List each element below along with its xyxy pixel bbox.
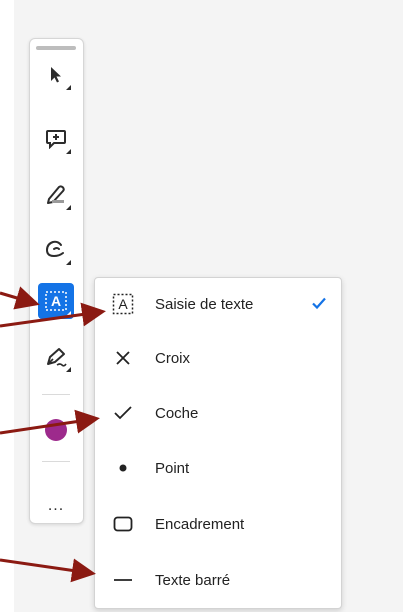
cross-icon [111,346,135,370]
highlighter-icon [47,185,65,204]
menu-item-cross[interactable]: Croix [95,338,341,378]
submenu-indicator-icon [66,149,71,154]
text-box-icon: A [111,292,135,316]
dot-icon [111,456,135,480]
text-box-icon: A [45,291,67,311]
sign-pen-icon [47,348,67,367]
signature-tool-button[interactable] [38,339,74,375]
menu-item-point[interactable]: Point [95,448,341,488]
menu-item-frame[interactable]: Encadrement [95,504,341,544]
menu-item-label: Texte barré [155,571,231,589]
highlight-tool-button[interactable] [38,177,74,213]
svg-text:A: A [118,296,128,312]
line-icon [111,568,135,592]
text-tool-submenu: A Saisie de texte Croix Coche Point Enca… [94,277,342,609]
cursor-arrow-icon [51,67,61,83]
more-options-button[interactable]: ... [38,498,74,519]
submenu-indicator-icon [66,367,71,372]
svg-text:A: A [51,293,61,309]
submenu-indicator-icon [66,311,71,316]
add-comment-icon [46,130,66,149]
menu-item-label: Point [155,459,190,477]
menu-item-label: Croix [155,349,191,367]
comment-tool-button[interactable] [38,121,74,157]
draw-tool-button[interactable] [38,232,74,268]
toolbar-drag-handle[interactable] [36,46,76,50]
menu-item-strikethrough[interactable]: Texte barré [95,560,341,600]
submenu-indicator-icon [66,85,71,90]
annotation-toolbar: A ... [29,38,84,524]
submenu-indicator-icon [66,260,71,265]
color-picker-swatch[interactable] [45,419,67,441]
submenu-indicator-icon [66,205,71,210]
freehand-draw-icon [45,240,64,258]
menu-item-label: Coche [155,404,199,422]
selected-checkmark-icon [311,295,327,316]
menu-item-check[interactable]: Coche [95,393,341,433]
text-entry-tool-button[interactable]: A [38,283,74,319]
select-tool-button[interactable] [38,57,74,93]
toolbar-divider [42,461,70,462]
menu-item-label: Encadrement [155,515,245,533]
checkmark-icon [111,401,135,425]
rounded-rectangle-icon [111,512,135,536]
menu-item-text-entry[interactable]: A Saisie de texte [95,284,341,324]
menu-item-label: Saisie de texte [155,295,254,313]
toolbar-divider [42,394,70,395]
